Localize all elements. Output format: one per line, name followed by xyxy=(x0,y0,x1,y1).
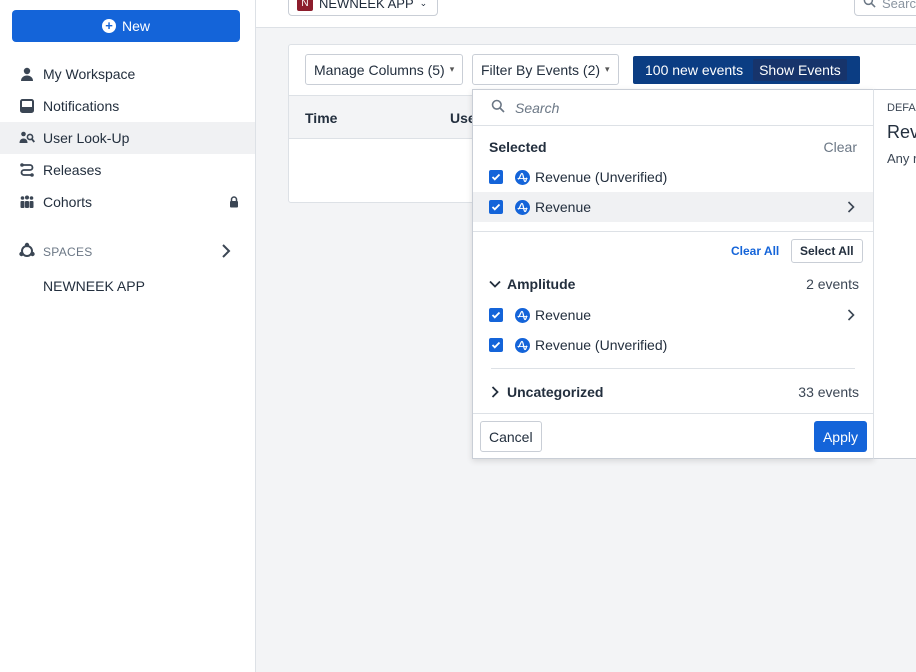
cancel-button[interactable]: Cancel xyxy=(480,421,542,452)
detail-kicker: DEFAULT xyxy=(887,102,916,114)
sidebar-item-label: Releases xyxy=(43,162,102,178)
releases-icon xyxy=(18,161,36,179)
top-bar: N NEWNEEK APP ⌄ Search xyxy=(256,0,916,28)
selected-item-revenue-unverified[interactable]: Revenue (Unverified) xyxy=(473,162,873,192)
sidebar-item-user-look-up[interactable]: User Look-Up xyxy=(0,122,255,154)
sidebar-item-label: User Look-Up xyxy=(43,130,130,146)
option-label: Revenue xyxy=(535,199,592,215)
sidebar-item-label: My Workspace xyxy=(43,66,136,82)
sidebar-item-releases[interactable]: Releases xyxy=(0,154,255,186)
chevron-right-icon xyxy=(491,386,499,398)
clear-selected-button[interactable]: Clear xyxy=(824,139,857,155)
group-amplitude[interactable]: Amplitude 2 events xyxy=(489,274,859,294)
detail-description: Any revenue xyxy=(887,151,916,166)
new-events-count: 100 new events xyxy=(645,62,744,78)
sidebar-item-cohorts[interactable]: Cohorts xyxy=(0,186,255,218)
group-count: 33 events xyxy=(798,384,859,400)
chevron-right-icon[interactable] xyxy=(847,200,855,216)
new-button-label: New xyxy=(121,18,150,34)
sidebar-item-notifications[interactable]: Notifications xyxy=(0,90,255,122)
chevron-right-icon[interactable] xyxy=(847,308,855,324)
column-header-time[interactable]: Time xyxy=(305,110,337,126)
user-search-icon xyxy=(18,129,36,147)
inbox-icon xyxy=(18,97,36,115)
app-badge: N xyxy=(297,0,313,11)
sidebar-nav: My Workspace Notifications User Look-Up … xyxy=(0,58,255,218)
space-item-newneek-app[interactable]: NEWNEEK APP xyxy=(43,278,145,294)
sidebar-item-label: Notifications xyxy=(43,98,120,114)
group-item-revenue-unverified[interactable]: Revenue (Unverified) xyxy=(473,330,873,360)
chevron-down-icon: ▾ xyxy=(449,64,455,74)
filter-by-events-button[interactable]: Filter By Events (2) ▾ xyxy=(472,54,619,85)
sidebar-item-label: Cohorts xyxy=(43,194,93,210)
checkbox-checked-icon[interactable] xyxy=(489,170,503,184)
search-icon xyxy=(491,99,505,116)
plus-icon: + xyxy=(101,19,116,33)
show-events-button[interactable]: Show Events xyxy=(753,59,847,81)
selected-section-title: Selected xyxy=(489,139,547,155)
amplitude-event-icon xyxy=(515,199,530,215)
group-uncategorized[interactable]: Uncategorized 33 events xyxy=(489,382,859,402)
checkbox-checked-icon[interactable] xyxy=(489,308,503,322)
option-label: Revenue xyxy=(535,307,592,323)
option-label: Revenue (Unverified) xyxy=(535,169,668,185)
chevron-down-icon: ⌄ xyxy=(419,0,428,8)
spaces-icon xyxy=(18,242,36,263)
sidebar-item-my-workspace[interactable]: My Workspace xyxy=(0,58,255,90)
clear-all-button[interactable]: Clear All xyxy=(731,244,779,258)
cohorts-icon xyxy=(18,193,36,211)
column-header-user[interactable]: User xyxy=(450,110,472,126)
apply-button[interactable]: Apply xyxy=(813,421,867,452)
filter-by-events-label: Filter By Events (2) xyxy=(481,61,601,78)
amplitude-event-icon xyxy=(515,169,530,185)
select-all-button[interactable]: Select All xyxy=(791,239,863,263)
spaces-header[interactable]: SPACES xyxy=(0,236,255,268)
manage-columns-label: Manage Columns (5) xyxy=(314,61,445,78)
filter-events-dropdown: Search Selected Clear Revenue (Unverifie… xyxy=(472,89,874,459)
group-count: 2 events xyxy=(806,276,859,292)
group-name: Amplitude xyxy=(507,276,576,292)
new-events-banner: 100 new events Show Events xyxy=(633,56,860,84)
sidebar: + New My Workspace Notifications User Lo… xyxy=(0,0,256,672)
top-search-input[interactable]: Search xyxy=(854,0,916,16)
event-search-input[interactable]: Search xyxy=(473,90,873,126)
amplitude-event-icon xyxy=(515,337,530,353)
app-name: NEWNEEK APP xyxy=(319,0,414,11)
lock-icon xyxy=(229,195,239,211)
group-item-revenue[interactable]: Revenue xyxy=(473,300,873,330)
dropdown-footer: Cancel Apply xyxy=(473,413,873,459)
checkbox-checked-icon[interactable] xyxy=(489,338,503,352)
chevron-down-icon: ▾ xyxy=(605,64,610,74)
divider xyxy=(491,368,855,369)
chevron-right-icon[interactable] xyxy=(221,244,231,261)
new-button[interactable]: + New xyxy=(12,10,240,42)
detail-title: Revenue xyxy=(887,122,916,142)
spaces-label: SPACES xyxy=(43,245,93,259)
app-selector[interactable]: N NEWNEEK APP ⌄ xyxy=(288,0,439,16)
group-name: Uncategorized xyxy=(507,384,604,400)
person-icon xyxy=(18,65,36,83)
event-search-placeholder: Search xyxy=(515,99,560,116)
search-icon xyxy=(863,0,876,11)
top-search-placeholder: Search xyxy=(882,0,916,11)
event-detail-pane: DEFAULT Revenue Any revenue xyxy=(873,89,916,459)
option-label: Revenue (Unverified) xyxy=(535,337,668,353)
divider xyxy=(473,231,873,232)
amplitude-event-icon xyxy=(515,307,530,323)
selected-item-revenue[interactable]: Revenue xyxy=(473,192,873,222)
chevron-down-icon xyxy=(489,280,501,288)
checkbox-checked-icon[interactable] xyxy=(489,200,503,214)
manage-columns-button[interactable]: Manage Columns (5) ▾ xyxy=(305,54,464,85)
